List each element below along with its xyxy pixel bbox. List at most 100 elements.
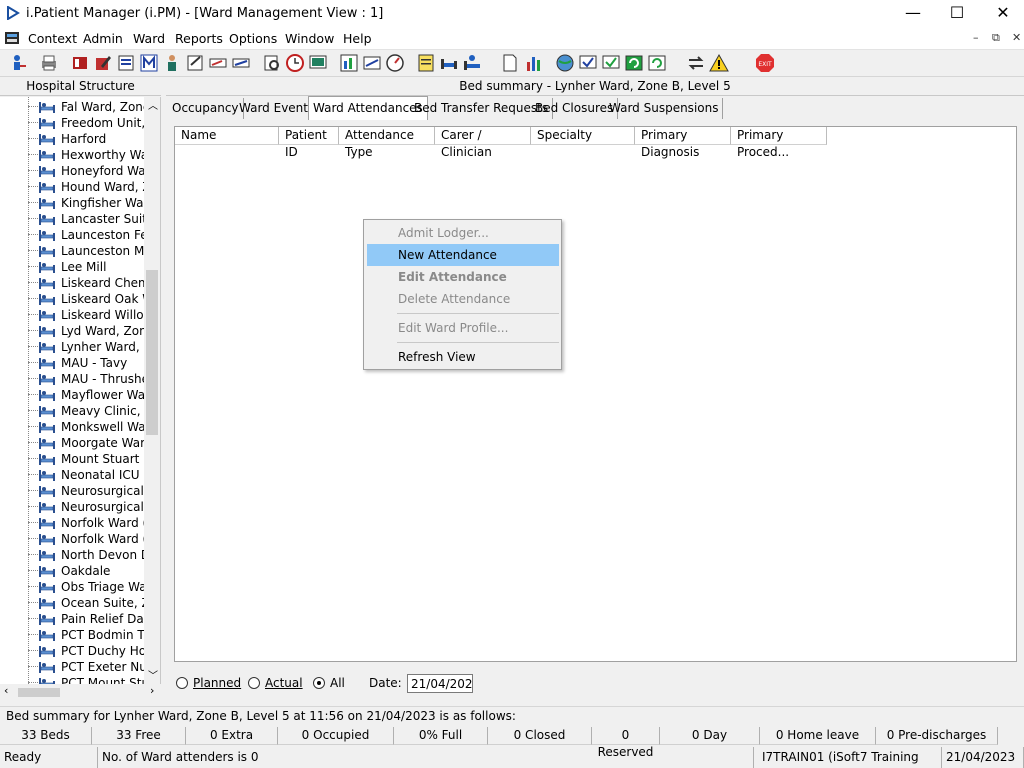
tree-item[interactable]: Honeyford Ward, bbox=[0, 163, 144, 179]
tree-item[interactable]: Kingfisher Ward bbox=[0, 195, 144, 211]
date-field[interactable] bbox=[407, 674, 473, 693]
search-icon[interactable] bbox=[262, 53, 282, 73]
bed-person-icon[interactable] bbox=[462, 53, 482, 73]
mdi-minimize-button[interactable]: – bbox=[973, 31, 979, 44]
menu-item-edit-attendance[interactable]: Edit Attendance bbox=[367, 266, 559, 288]
tree-item[interactable]: Launceston Male bbox=[0, 243, 144, 259]
tree-item[interactable]: Launceston Fema bbox=[0, 227, 144, 243]
tree-item[interactable]: Lyd Ward, Zone I bbox=[0, 323, 144, 339]
scroll-right-icon[interactable]: › bbox=[150, 684, 154, 697]
form-icon[interactable] bbox=[185, 53, 205, 73]
close-button[interactable]: ✕ bbox=[980, 0, 1024, 28]
tree-item[interactable]: Lancaster Suite, Z bbox=[0, 211, 144, 227]
menu-options[interactable]: Options bbox=[229, 31, 277, 46]
tab-ward-events[interactable]: Ward Events bbox=[235, 98, 320, 119]
book-icon[interactable] bbox=[70, 53, 90, 73]
note-icon[interactable] bbox=[416, 53, 436, 73]
tree-item[interactable]: Ocean Suite, Zor bbox=[0, 595, 144, 611]
attendances-grid[interactable]: Name Patient ID Attendance Type Carer / … bbox=[174, 126, 1017, 662]
col-specialty[interactable]: Specialty bbox=[531, 127, 635, 145]
refresh2-icon[interactable] bbox=[647, 53, 667, 73]
chart-icon[interactable] bbox=[339, 53, 359, 73]
scroll-up-icon[interactable]: ︿ bbox=[148, 97, 158, 112]
tree-item[interactable]: Freedom Unit, Zo bbox=[0, 115, 144, 131]
clock-icon[interactable] bbox=[285, 53, 305, 73]
col-carer-clinician[interactable]: Carer / Clinician bbox=[435, 127, 531, 159]
tree-item[interactable]: Neonatal ICU (NN bbox=[0, 467, 144, 483]
menu-admin[interactable]: Admin bbox=[83, 31, 123, 46]
menu-item-edit-ward-profile[interactable]: Edit Ward Profile... bbox=[367, 317, 559, 339]
tree-item[interactable]: Harford bbox=[0, 131, 144, 147]
bar-chart-icon[interactable] bbox=[524, 53, 544, 73]
scroll-left-icon[interactable]: ‹ bbox=[4, 684, 8, 697]
tree-item[interactable]: Monkswell Ward, bbox=[0, 419, 144, 435]
person-icon[interactable] bbox=[162, 53, 182, 73]
hospital-structure-tree[interactable]: Fal Ward, Zone E Freedom Unit, Zo Harford H… bbox=[0, 97, 161, 684]
menu-item-new-attendance[interactable]: New Attendance bbox=[367, 244, 559, 266]
tree-item[interactable]: Meavy Clinic, Zor bbox=[0, 403, 144, 419]
tree-item[interactable]: Neurosurgical Inte bbox=[0, 499, 144, 515]
mdi-app-icon[interactable] bbox=[4, 30, 20, 46]
radio-planned-label[interactable]: Planned bbox=[193, 676, 241, 690]
report-icon[interactable] bbox=[116, 53, 136, 73]
menu-item-admit-lodger[interactable]: Admit Lodger... bbox=[367, 222, 559, 244]
tree-item[interactable]: North Devon Dist bbox=[0, 547, 144, 563]
check-icon[interactable] bbox=[578, 53, 598, 73]
tree-item[interactable]: Mayflower Ward, bbox=[0, 387, 144, 403]
radio-actual[interactable] bbox=[248, 677, 260, 689]
radio-all[interactable] bbox=[313, 677, 325, 689]
tree-item[interactable]: Lynher Ward, Zor bbox=[0, 339, 144, 355]
tree-vertical-scroll-thumb[interactable] bbox=[146, 270, 158, 435]
tree-item[interactable]: PCT Exeter Nuffie bbox=[0, 659, 144, 675]
tree-item[interactable]: Lee Mill bbox=[0, 259, 144, 275]
mdi-restore-button[interactable]: ⧉ bbox=[992, 31, 1000, 45]
tree-item[interactable]: Liskeard Oak Wa bbox=[0, 291, 144, 307]
tree-item[interactable]: Oakdale bbox=[0, 563, 144, 579]
doc-icon[interactable] bbox=[362, 53, 382, 73]
col-primary-diagnosis[interactable]: Primary Diagnosis bbox=[635, 127, 731, 159]
col-name[interactable]: Name bbox=[175, 127, 279, 145]
col-attendance-type[interactable]: Attendance Type bbox=[339, 127, 435, 159]
document-icon[interactable] bbox=[500, 53, 520, 73]
flag-icon[interactable] bbox=[231, 53, 251, 73]
menu-ward[interactable]: Ward bbox=[133, 31, 165, 46]
tree-item[interactable]: MAU - Tavy bbox=[0, 355, 144, 371]
edit-icon[interactable] bbox=[93, 53, 113, 73]
tree-item[interactable]: Neurosurgical Hig bbox=[0, 483, 144, 499]
radio-all-label[interactable]: All bbox=[330, 676, 345, 690]
tab-occupancy[interactable]: Occupancy bbox=[168, 98, 244, 119]
tree-item[interactable]: Moorgate Ward, Z bbox=[0, 435, 144, 451]
menu-item-refresh-view[interactable]: Refresh View bbox=[367, 346, 559, 368]
tree-item[interactable]: MAU - Thrushel bbox=[0, 371, 144, 387]
menu-help[interactable]: Help bbox=[343, 31, 372, 46]
tree-item[interactable]: Liskeard Chemo D bbox=[0, 275, 144, 291]
tree-item[interactable]: Pain Relief Day C bbox=[0, 611, 144, 627]
menu-item-delete-attendance[interactable]: Delete Attendance bbox=[367, 288, 559, 310]
tree-item[interactable]: PCT Duchy Hosp bbox=[0, 643, 144, 659]
exit-icon[interactable]: EXIT bbox=[755, 53, 775, 73]
dial-icon[interactable] bbox=[385, 53, 405, 73]
tab-ward-suspensions[interactable]: Ward Suspensions bbox=[605, 98, 724, 119]
col-patient-id[interactable]: Patient ID bbox=[279, 127, 339, 159]
warning-icon[interactable] bbox=[709, 53, 729, 73]
radio-actual-label[interactable]: Actual bbox=[265, 676, 303, 690]
swap-icon[interactable] bbox=[686, 53, 706, 73]
tree-item[interactable]: Hexworthy Ward, bbox=[0, 147, 144, 163]
check2-icon[interactable] bbox=[601, 53, 621, 73]
tree-item[interactable]: Norfolk Ward (Ad bbox=[0, 515, 144, 531]
patient-icon[interactable] bbox=[8, 53, 28, 73]
minimize-button[interactable]: — bbox=[890, 0, 936, 28]
bed-icon[interactable] bbox=[439, 53, 459, 73]
tree-item[interactable]: PCT Bodmin Trea bbox=[0, 627, 144, 643]
mdi-close-button[interactable]: ✕ bbox=[1012, 31, 1021, 44]
m-icon[interactable] bbox=[139, 53, 159, 73]
tree-item[interactable]: Obs Triage Ward bbox=[0, 579, 144, 595]
menu-reports[interactable]: Reports bbox=[175, 31, 223, 46]
menu-window[interactable]: Window bbox=[285, 31, 334, 46]
tree-item[interactable]: Fal Ward, Zone E bbox=[0, 99, 144, 115]
tree-item[interactable]: Hound Ward, Zor bbox=[0, 179, 144, 195]
refresh-icon[interactable] bbox=[624, 53, 644, 73]
scroll-down-icon[interactable]: ﹀ bbox=[148, 667, 158, 682]
tree-item[interactable]: PCT Mount Stuar bbox=[0, 675, 144, 684]
tree-item[interactable]: Liskeard Willow V bbox=[0, 307, 144, 323]
